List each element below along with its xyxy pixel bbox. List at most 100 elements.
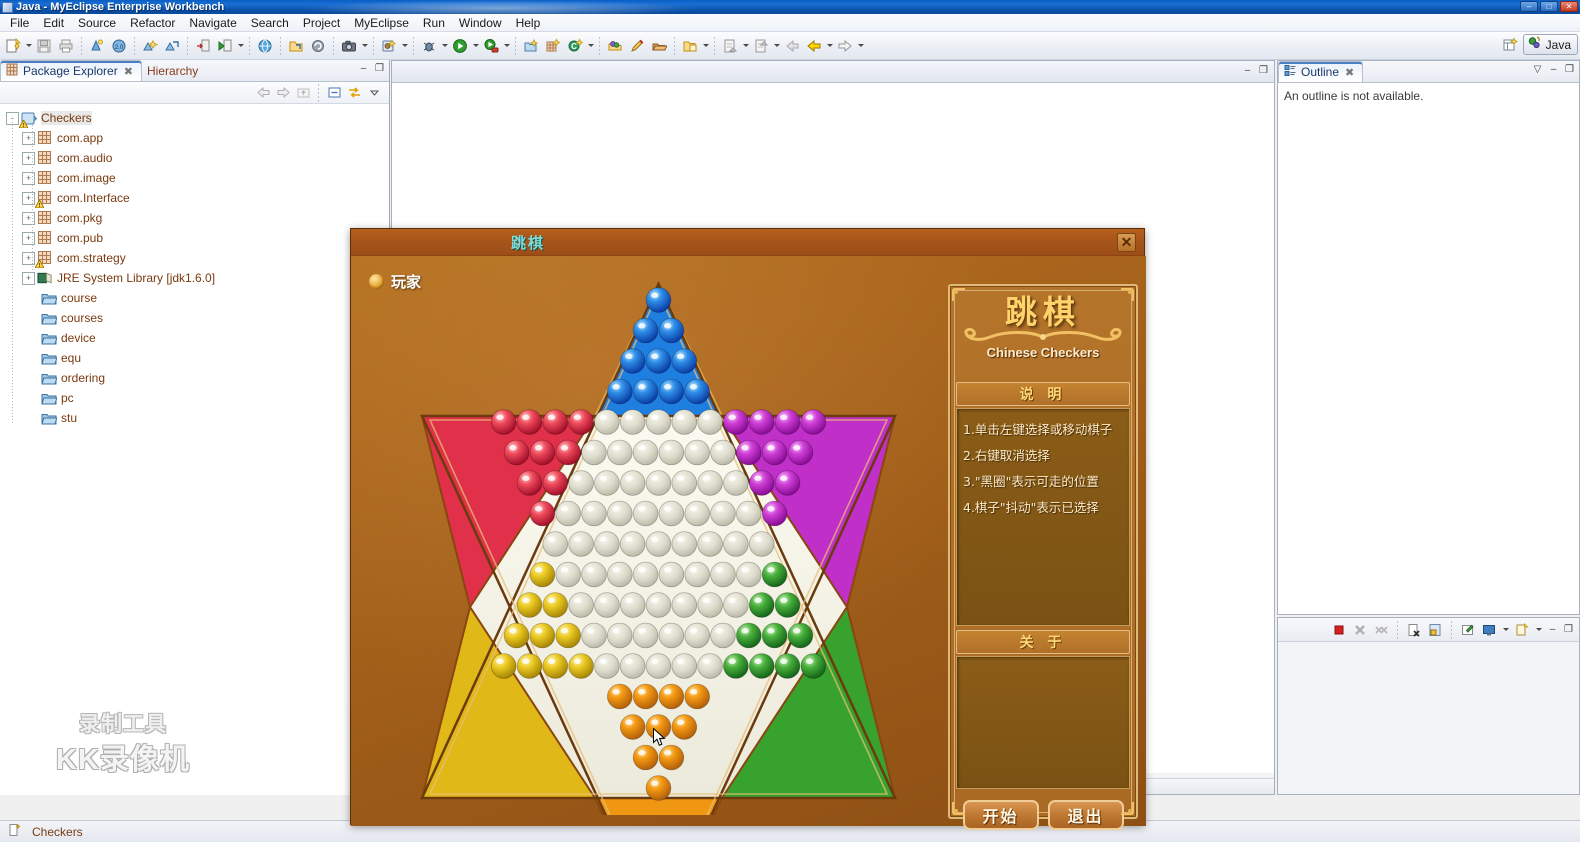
marble-empty[interactable] bbox=[594, 592, 620, 618]
tree-item-com-image[interactable]: + com.image bbox=[0, 168, 389, 188]
tree-expander-icon[interactable]: + bbox=[22, 211, 35, 225]
marble-empty[interactable] bbox=[723, 531, 749, 557]
marble-red[interactable] bbox=[516, 409, 543, 435]
tab-outline[interactable]: Outline ✖ bbox=[1278, 61, 1364, 82]
marble-blue[interactable] bbox=[632, 378, 659, 405]
marble-empty[interactable] bbox=[723, 470, 749, 496]
java-perspective-button[interactable]: Java bbox=[1522, 34, 1578, 55]
marble-blue[interactable] bbox=[645, 287, 672, 313]
minimize-view-button[interactable]: – bbox=[1546, 623, 1559, 636]
marble-magenta[interactable] bbox=[748, 409, 775, 435]
marble-red[interactable] bbox=[503, 439, 530, 466]
marble-orange[interactable] bbox=[658, 683, 685, 710]
maximize-view-button[interactable]: ❐ bbox=[1563, 63, 1576, 76]
marble-empty[interactable] bbox=[581, 561, 607, 588]
marble-empty[interactable] bbox=[671, 653, 698, 679]
marble-empty[interactable] bbox=[645, 409, 672, 435]
marble-orange[interactable] bbox=[645, 775, 672, 801]
tree-item-course[interactable]: course bbox=[0, 288, 389, 308]
marble-empty[interactable] bbox=[710, 622, 736, 649]
maximize-view-button[interactable]: ❐ bbox=[1257, 64, 1270, 77]
external-tools-dropdown-icon[interactable] bbox=[502, 36, 511, 56]
marble-empty[interactable] bbox=[568, 470, 594, 496]
marble-red[interactable] bbox=[542, 409, 569, 435]
tab-hierarchy[interactable]: Hierarchy bbox=[142, 60, 206, 81]
marble-magenta[interactable] bbox=[735, 439, 762, 466]
tree-item-com-app[interactable]: + com.app bbox=[0, 128, 389, 148]
marble-empty[interactable] bbox=[697, 531, 723, 557]
open-console-icon[interactable] bbox=[1513, 621, 1531, 639]
marble-empty[interactable] bbox=[645, 592, 672, 618]
maximize-view-button[interactable]: ❐ bbox=[373, 62, 386, 75]
marble-red[interactable] bbox=[529, 500, 556, 527]
marble-empty[interactable] bbox=[581, 439, 607, 466]
print-icon[interactable] bbox=[56, 36, 76, 56]
tree-expander-icon[interactable]: + bbox=[22, 151, 35, 165]
marble-empty[interactable] bbox=[697, 409, 723, 435]
marble-yellow[interactable] bbox=[516, 592, 543, 618]
server-dropdown-icon[interactable] bbox=[236, 36, 245, 56]
tree-item-com-audio[interactable]: + com.audio bbox=[0, 148, 389, 168]
marble-magenta[interactable] bbox=[787, 439, 814, 466]
marble-green[interactable] bbox=[735, 622, 762, 649]
tree-item-com-interface[interactable]: + com.Interface bbox=[0, 188, 389, 208]
marble-empty[interactable] bbox=[632, 561, 659, 588]
new-web20-project-icon[interactable]: 2.0 bbox=[109, 36, 129, 56]
menu-refactor[interactable]: Refactor bbox=[123, 15, 182, 31]
camera-dropdown-icon[interactable] bbox=[360, 36, 369, 56]
menu-source[interactable]: Source bbox=[71, 15, 123, 31]
marble-empty[interactable] bbox=[619, 653, 646, 679]
new-class-icon[interactable]: C bbox=[565, 36, 585, 56]
tree-item-com-pkg[interactable]: + com.pkg bbox=[0, 208, 389, 228]
up-icon[interactable] bbox=[294, 84, 312, 102]
marble-empty[interactable] bbox=[723, 592, 749, 618]
tree-expander-icon[interactable]: + bbox=[22, 251, 35, 265]
marble-empty[interactable] bbox=[671, 470, 698, 496]
tree-item-ordering[interactable]: ordering bbox=[0, 368, 389, 388]
tree-item-equ[interactable]: equ bbox=[0, 348, 389, 368]
marble-orange[interactable] bbox=[658, 744, 685, 771]
marble-green[interactable] bbox=[748, 592, 775, 618]
new-element-dropdown-icon[interactable] bbox=[586, 36, 595, 56]
close-icon[interactable]: ✖ bbox=[1345, 66, 1354, 79]
tree-item-com-strategy[interactable]: + com.strategy bbox=[0, 248, 389, 268]
camera-icon[interactable] bbox=[339, 36, 359, 56]
menu-navigate[interactable]: Navigate bbox=[182, 15, 243, 31]
tree-item-jre-system-library-jdk1-6-0[interactable]: + JRE System Library [jdk1.6.0] bbox=[0, 268, 389, 288]
marble-empty[interactable] bbox=[697, 592, 723, 618]
marble-empty[interactable] bbox=[594, 409, 620, 435]
marble-empty[interactable] bbox=[645, 531, 672, 557]
debug-icon[interactable] bbox=[419, 36, 439, 56]
debug-dropdown-icon[interactable] bbox=[440, 36, 449, 56]
run-external-tools-icon[interactable] bbox=[481, 36, 501, 56]
marble-green[interactable] bbox=[723, 653, 749, 679]
marble-red[interactable] bbox=[555, 439, 582, 466]
marble-empty[interactable] bbox=[710, 561, 736, 588]
marble-empty[interactable] bbox=[607, 439, 633, 466]
marble-empty[interactable] bbox=[619, 409, 646, 435]
marble-empty[interactable] bbox=[658, 439, 685, 466]
marble-empty[interactable] bbox=[607, 500, 633, 527]
marble-empty[interactable] bbox=[607, 622, 633, 649]
marble-blue[interactable] bbox=[658, 378, 685, 405]
marble-magenta[interactable] bbox=[774, 409, 801, 435]
save-icon[interactable] bbox=[34, 36, 54, 56]
marble-empty[interactable] bbox=[748, 531, 775, 557]
maximize-view-button[interactable]: ❐ bbox=[1562, 623, 1575, 636]
marble-empty[interactable] bbox=[684, 500, 711, 527]
marble-empty[interactable] bbox=[607, 561, 633, 588]
scroll-lock-icon[interactable] bbox=[1426, 621, 1444, 639]
marble-orange[interactable] bbox=[619, 714, 646, 740]
marble-empty[interactable] bbox=[658, 561, 685, 588]
marble-empty[interactable] bbox=[568, 531, 594, 557]
quality-dropdown-icon[interactable] bbox=[400, 36, 409, 56]
marble-empty[interactable] bbox=[735, 561, 762, 588]
marble-red[interactable] bbox=[516, 470, 543, 496]
menu-help[interactable]: Help bbox=[509, 15, 548, 31]
new-wizard-icon[interactable] bbox=[3, 36, 23, 56]
rollback-icon[interactable] bbox=[308, 36, 328, 56]
tree-expander-icon[interactable]: + bbox=[22, 171, 35, 185]
marble-yellow[interactable] bbox=[542, 653, 569, 679]
new-web-project-icon[interactable] bbox=[87, 36, 107, 56]
forward-history-icon[interactable] bbox=[835, 36, 855, 56]
